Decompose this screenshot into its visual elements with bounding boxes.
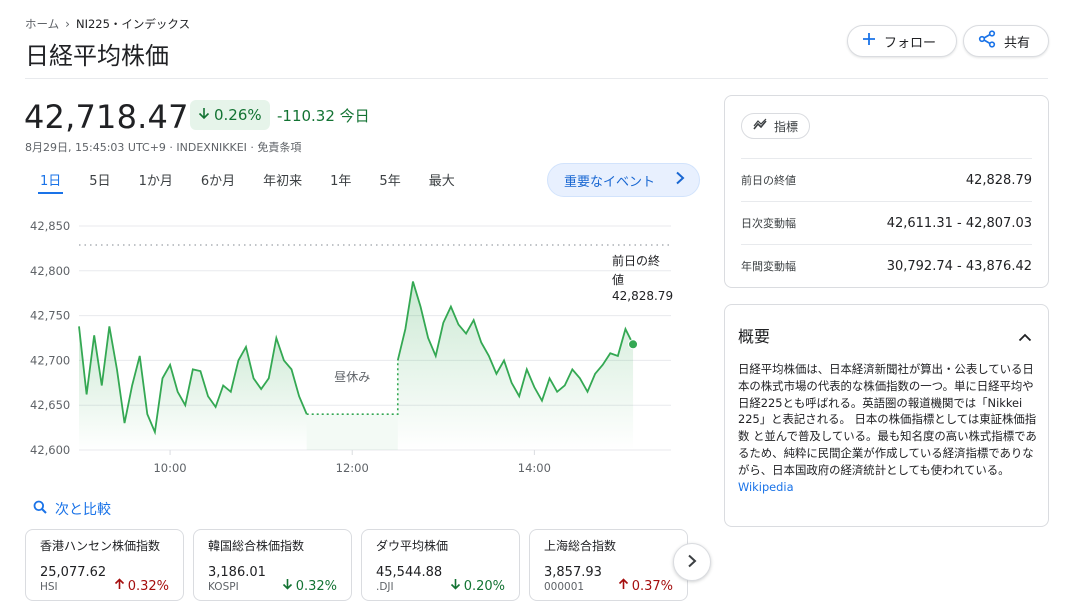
compare-card-hsi[interactable]: 香港ハンセン株価指数 25,077.62 HSI 0.32% bbox=[25, 529, 184, 601]
stat-value: 30,792.74 - 43,876.42 bbox=[886, 258, 1032, 274]
stat-row-prev-close: 前日の終値 42,828.79 bbox=[741, 158, 1032, 201]
wikipedia-link[interactable]: Wikipedia bbox=[738, 480, 794, 494]
about-text: 日経平均株価は、日本経済新聞社が算出・公表している日本の株式市場の代表的な株価指… bbox=[738, 361, 1038, 495]
range-tabs: 1日 5日 1か月 6か月 年初来 1年 5年 最大 bbox=[25, 172, 469, 194]
header-divider bbox=[25, 78, 1048, 79]
lunch-break-line bbox=[306, 360, 399, 415]
stat-row-year-range: 年間変動幅 30,792.74 - 43,876.42 bbox=[741, 244, 1032, 287]
breadcrumb-current: NI225・インデックス bbox=[75, 17, 191, 31]
y-tick-label: 42,850 bbox=[30, 219, 70, 233]
y-tick-label: 42,700 bbox=[30, 353, 70, 367]
prev-close-label: 前日の終 bbox=[612, 253, 660, 268]
share-label: 共有 bbox=[1004, 35, 1031, 51]
key-events-label: 重要なイベント bbox=[564, 174, 656, 190]
card-name: 香港ハンセン株価指数 bbox=[40, 539, 161, 553]
card-change-value: 0.20% bbox=[463, 578, 505, 594]
card-symbol: 000001 bbox=[544, 581, 585, 593]
stat-label: 前日の終値 bbox=[741, 174, 796, 187]
share-button[interactable]: 共有 bbox=[963, 25, 1049, 57]
stat-label: 日次変動幅 bbox=[741, 217, 796, 230]
change-percent-badge: 0.26% bbox=[190, 100, 270, 130]
card-name: 上海総合指数 bbox=[544, 539, 617, 553]
card-change: 0.32% bbox=[282, 578, 337, 594]
change-absolute: -110.32 今日 bbox=[277, 107, 370, 125]
card-change: 0.37% bbox=[618, 578, 673, 594]
compare-label: 次と比較 bbox=[55, 502, 111, 518]
stat-value: 42,828.79 bbox=[965, 172, 1032, 188]
breadcrumb-home[interactable]: ホーム bbox=[25, 16, 59, 32]
search-icon bbox=[33, 500, 47, 518]
afternoon-area bbox=[397, 281, 634, 450]
card-name: 韓国総合株価指数 bbox=[208, 539, 305, 553]
prev-close-value: 42,828.79 bbox=[612, 289, 673, 303]
arrow-down-icon bbox=[450, 578, 461, 594]
compare-link[interactable]: 次と比較 bbox=[33, 499, 111, 519]
price-chart[interactable]: 42,850 42,800 42,750 42,700 42,650 42,600 10:0… bbox=[20, 212, 690, 482]
range-tab-5y[interactable]: 5年 bbox=[365, 172, 414, 194]
key-stats-card: 指標 前日の終値 42,828.79 日次変動幅 42,611.31 - 42,… bbox=[724, 95, 1049, 288]
card-change-value: 0.32% bbox=[295, 578, 337, 594]
about-card: 概要 日経平均株価は、日本経済新聞社が算出・公表している日本の株式市場の代表的な… bbox=[724, 304, 1049, 527]
x-tick-label: 12:00 bbox=[336, 461, 369, 475]
range-tab-5d[interactable]: 5日 bbox=[75, 172, 124, 194]
stat-row-day-range: 日次変動幅 42,611.31 - 42,807.03 bbox=[741, 201, 1032, 244]
about-description: 日経平均株価は、日本経済新聞社が算出・公表している日本の株式市場の代表的な株価指… bbox=[738, 362, 1037, 477]
card-change: 0.32% bbox=[114, 578, 169, 594]
plus-icon bbox=[862, 32, 876, 50]
breadcrumb: ホーム › NI225・インデックス bbox=[25, 16, 190, 32]
range-tab-1y[interactable]: 1年 bbox=[316, 172, 365, 194]
chevron-right-icon bbox=[687, 553, 697, 572]
page-title: 日経平均株価 bbox=[25, 42, 169, 70]
stat-value: 42,611.31 - 42,807.03 bbox=[886, 215, 1032, 231]
card-symbol: HSI bbox=[40, 581, 58, 593]
compare-cards: 香港ハンセン株価指数 25,077.62 HSI 0.32% 韓国総合株価指数 … bbox=[25, 529, 688, 601]
range-tab-ytd[interactable]: 年初来 bbox=[249, 172, 316, 194]
follow-label: フォロー bbox=[884, 35, 937, 51]
range-tab-6m[interactable]: 6か月 bbox=[187, 172, 249, 194]
card-change-value: 0.32% bbox=[127, 578, 169, 594]
y-tick-label: 42,600 bbox=[30, 443, 70, 457]
card-symbol: .DJI bbox=[376, 581, 394, 593]
follow-button[interactable]: フォロー bbox=[847, 25, 957, 57]
arrow-down-icon bbox=[198, 106, 210, 124]
card-change: 0.20% bbox=[450, 578, 505, 594]
chevron-right-icon bbox=[675, 171, 685, 189]
stat-label: 年間変動幅 bbox=[741, 260, 796, 273]
arrow-down-icon bbox=[282, 578, 293, 594]
share-icon bbox=[978, 30, 996, 52]
y-tick-label: 42,650 bbox=[30, 398, 70, 412]
compare-card-shanghai[interactable]: 上海総合指数 3,857.93 000001 0.37% bbox=[529, 529, 688, 601]
x-tick-label: 10:00 bbox=[153, 461, 186, 475]
indicators-label: 指標 bbox=[774, 119, 799, 134]
y-tick-label: 42,800 bbox=[30, 264, 70, 278]
card-change-value: 0.37% bbox=[631, 578, 673, 594]
x-tick-label: 14:00 bbox=[518, 461, 551, 475]
quote-meta: 8月29日, 15:45:03 UTC+9 · INDEXNIKKEI · 免責… bbox=[25, 141, 302, 154]
lunch-break-label: 昼休み bbox=[334, 370, 370, 384]
arrow-up-icon bbox=[114, 578, 125, 594]
indicator-chart-icon bbox=[753, 118, 768, 134]
compare-card-dji[interactable]: ダウ平均株価 45,544.88 .DJI 0.20% bbox=[361, 529, 520, 601]
prev-close-label: 値 bbox=[612, 272, 624, 287]
lunch-area bbox=[306, 414, 398, 450]
key-events-button[interactable]: 重要なイベント bbox=[547, 163, 700, 197]
change-percent: 0.26% bbox=[214, 106, 262, 124]
range-tab-1d[interactable]: 1日 bbox=[38, 172, 64, 194]
card-name: ダウ平均株価 bbox=[376, 539, 449, 553]
indicators-button[interactable]: 指標 bbox=[741, 113, 811, 139]
current-price: 42,718.47 bbox=[24, 98, 189, 136]
range-tab-max[interactable]: 最大 bbox=[415, 172, 469, 194]
range-tab-1m[interactable]: 1か月 bbox=[125, 172, 187, 194]
y-tick-label: 42,750 bbox=[30, 309, 70, 323]
compare-card-kospi[interactable]: 韓国総合株価指数 3,186.01 KOSPI 0.32% bbox=[193, 529, 352, 601]
arrow-up-icon bbox=[618, 578, 629, 594]
card-symbol: KOSPI bbox=[208, 581, 239, 593]
last-price-marker bbox=[628, 339, 639, 350]
compare-next-button[interactable] bbox=[673, 543, 711, 581]
chevron-up-icon[interactable] bbox=[1018, 327, 1032, 346]
chevron-right-icon: › bbox=[65, 17, 70, 31]
about-title: 概要 bbox=[738, 327, 771, 346]
